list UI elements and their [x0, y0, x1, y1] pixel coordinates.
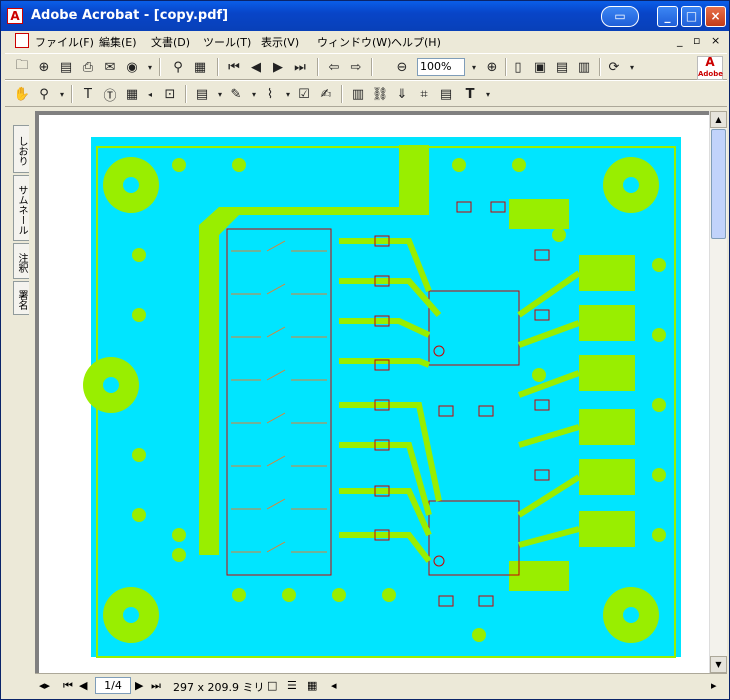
mdi-restore-button[interactable]: ▫ [693, 34, 700, 47]
page-size-label: 297 x 209.9 ミリ [173, 681, 265, 694]
title-bar[interactable]: A Adobe Acrobat - [copy.pdf] ▭ _ □ × [1, 1, 729, 31]
mdi-close-button[interactable]: × [711, 34, 720, 47]
window-title: Adobe Acrobat - [copy.pdf] [31, 8, 229, 23]
pcb-layout-drawing [83, 137, 681, 658]
status-bar: ◂▸ ⏮ ◀ 1/4 ▶ ⏭ 297 x 209.9 ミリ □ ☰ ▦ ◂ ▸ [35, 673, 727, 698]
show-hide-navigation-icon[interactable]: ▦ [191, 58, 209, 76]
zoom-out-icon[interactable]: ⊖ [393, 58, 411, 76]
toolbar-tools: ✋ ⚲ ▾ T Ⓣ ▦ ◂ ⊡ ▤ ▾ ✎ ▾ ⌇ ▾ ☑ ✍ ▥ ⛓ ⇓ ⌗ … [5, 80, 727, 107]
extra-pill-button[interactable]: ▭ [601, 6, 639, 27]
open-icon[interactable]: 🗀 [13, 58, 31, 76]
check-annotation-icon[interactable]: ☑ [295, 85, 313, 103]
movie-tool-icon[interactable]: ▥ [349, 85, 367, 103]
tab-comments[interactable]: 注釈 [13, 243, 29, 279]
menu-file[interactable]: ファイル(F) [35, 34, 94, 50]
continuous-facing-icon[interactable]: ▦ [307, 679, 317, 692]
article-tool-icon[interactable]: ⇓ [393, 85, 411, 103]
column-select-tool-icon[interactable]: Ⓣ [101, 85, 119, 104]
acrobat-app-icon[interactable]: A [7, 8, 23, 24]
zoom-tool-icon[interactable]: ⚲ [35, 85, 53, 103]
zoom-tool-dropdown-icon[interactable]: ▾ [53, 85, 71, 103]
go-back-icon[interactable]: ⇦ [325, 58, 343, 76]
hscroll-right-icon[interactable]: ▸ [711, 679, 717, 692]
find-icon[interactable]: ⚲ [169, 58, 187, 76]
fit-visible-icon[interactable]: ▥ [575, 58, 593, 76]
scroll-thumb[interactable] [711, 129, 726, 239]
zoom-input[interactable]: 100% [417, 58, 465, 76]
email-icon[interactable]: ✉ [101, 58, 119, 76]
single-page-icon[interactable]: □ [267, 679, 277, 692]
document-icon[interactable] [15, 33, 29, 48]
acrobat-window: A Adobe Acrobat - [copy.pdf] ▭ _ □ × ファイ… [0, 0, 730, 700]
menu-help[interactable]: ヘルプ(H) [391, 34, 441, 50]
status-last-page-icon[interactable]: ⏭ [151, 679, 161, 693]
close-button[interactable]: × [705, 6, 726, 27]
actual-size-icon[interactable]: ▯ [509, 58, 527, 76]
save-icon[interactable]: ▤ [57, 58, 75, 76]
last-page-icon[interactable]: ⏭ [291, 58, 309, 76]
text-select-tool-icon[interactable]: T [79, 85, 97, 103]
crop-tool-icon[interactable]: ⌗ [415, 85, 433, 103]
scroll-down-icon[interactable]: ▼ [710, 656, 727, 673]
pdf-page [39, 115, 709, 673]
pencil-tool-icon[interactable]: ✎ [227, 85, 245, 103]
dropdown-arrow-icon[interactable]: ▾ [141, 58, 159, 76]
table-select-tool-icon[interactable]: ▦ [123, 85, 141, 103]
next-page-icon[interactable]: ▶ [269, 58, 287, 76]
go-forward-icon[interactable]: ⇨ [347, 58, 365, 76]
touchup-text-tool-icon[interactable]: T [461, 85, 479, 103]
menu-document[interactable]: 文書(D) [151, 34, 190, 50]
adobe-logo[interactable]: A Adobe [697, 56, 723, 80]
tab-bookmarks[interactable]: しおり [13, 125, 29, 173]
menu-tools[interactable]: ツール(T) [203, 34, 251, 50]
menu-view[interactable]: 表示(V) [261, 34, 299, 50]
print-icon[interactable]: ⎙ [79, 58, 97, 76]
tab-signatures[interactable]: 署名 [13, 281, 29, 315]
mdi-minimize-button[interactable]: _ [677, 34, 683, 47]
tab-thumbnails[interactable]: サムネール [13, 175, 29, 241]
graphics-select-tool-icon[interactable]: ⊡ [161, 85, 179, 103]
web-capture-icon[interactable]: ◉ [123, 58, 141, 76]
sign-tool-icon[interactable]: ✍ [317, 85, 335, 103]
select-tool-dropdown-icon[interactable]: ◂ [141, 85, 159, 103]
menu-edit[interactable]: 編集(E) [99, 34, 137, 50]
status-prev-page-icon[interactable]: ◀ [79, 679, 87, 692]
rotate-view-icon[interactable]: ⟳ [605, 58, 623, 76]
zoom-in-icon[interactable]: ⊕ [483, 58, 501, 76]
navigation-tabs: しおり サムネール 注釈 署名 [9, 111, 33, 671]
split-handle-icon[interactable]: ◂▸ [39, 679, 50, 692]
maximize-button[interactable]: □ [681, 6, 702, 27]
minimize-button[interactable]: _ [657, 6, 678, 27]
page-number-field[interactable]: 1/4 [95, 677, 131, 694]
link-tool-icon[interactable]: ⛓ [371, 85, 389, 103]
hand-tool-icon[interactable]: ✋ [13, 85, 31, 103]
document-view[interactable] [35, 111, 709, 673]
open-web-icon[interactable]: ⊕ [35, 58, 53, 76]
toolbar-file: 🗀 ⊕ ▤ ⎙ ✉ ◉ ▾ ⚲ ▦ ⏮ ◀ ▶ ⏭ ⇦ ⇨ ⊖ 100% ▾ ⊕… [5, 53, 727, 80]
scroll-up-icon[interactable]: ▲ [710, 111, 727, 128]
hscroll-left-icon[interactable]: ◂ [331, 679, 337, 692]
fit-width-icon[interactable]: ▤ [553, 58, 571, 76]
touchup-dropdown-icon[interactable]: ▾ [479, 85, 497, 103]
first-page-icon[interactable]: ⏮ [225, 58, 243, 76]
continuous-icon[interactable]: ☰ [287, 679, 297, 692]
note-tool-icon[interactable]: ▤ [193, 85, 211, 103]
zoom-dropdown-icon[interactable]: ▾ [465, 58, 483, 76]
rotate-dropdown-icon[interactable]: ▾ [623, 58, 641, 76]
vertical-scrollbar[interactable]: ▲ ▼ [709, 111, 727, 673]
fit-page-icon[interactable]: ▣ [531, 58, 549, 76]
menu-window[interactable]: ウィンドウ(W) [317, 34, 391, 50]
menu-bar: ファイル(F) 編集(E) 文書(D) ツール(T) 表示(V) ウィンドウ(W… [5, 31, 725, 51]
highlight-tool-icon[interactable]: ⌇ [261, 85, 279, 103]
status-next-page-icon[interactable]: ▶ [135, 679, 143, 692]
previous-page-icon[interactable]: ◀ [247, 58, 265, 76]
status-first-page-icon[interactable]: ⏮ [63, 679, 73, 693]
form-tool-icon[interactable]: ▤ [437, 85, 455, 103]
